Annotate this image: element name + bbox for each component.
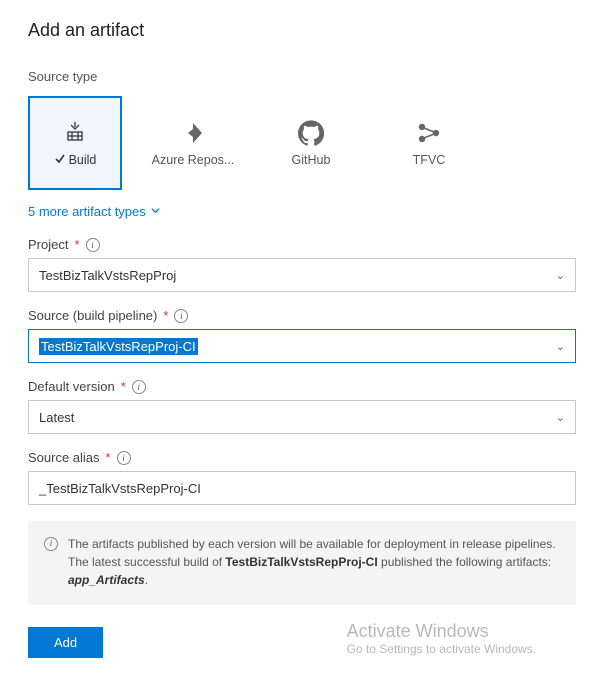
info-icon[interactable]: i — [86, 238, 100, 252]
tile-tfvc-label: TFVC — [413, 153, 446, 167]
info-icon[interactable]: i — [132, 380, 146, 394]
artifacts-info-box: i The artifacts published by each versio… — [28, 521, 576, 605]
info-icon: i — [44, 537, 58, 551]
windows-activation-watermark: Activate Windows Go to Settings to activ… — [347, 621, 536, 656]
add-button[interactable]: Add — [28, 627, 103, 658]
default-version-select-value: Latest — [39, 410, 74, 425]
tile-tfvc[interactable]: TFVC — [382, 96, 476, 190]
required-asterisk: * — [106, 450, 111, 465]
required-asterisk: * — [74, 237, 79, 252]
project-select-value: TestBizTalkVstsRepProj — [39, 268, 176, 283]
build-icon — [61, 119, 89, 147]
required-asterisk: * — [163, 308, 168, 323]
chevron-down-icon: ⌄ — [556, 340, 565, 353]
page-title: Add an artifact — [28, 20, 576, 41]
info-icon[interactable]: i — [117, 451, 131, 465]
tile-azure-repos[interactable]: Azure Repos... — [146, 96, 240, 190]
tile-github-label: GitHub — [292, 153, 331, 167]
default-version-select[interactable]: Latest ⌄ — [28, 400, 576, 434]
artifacts-info-text: The artifacts published by each version … — [68, 535, 560, 589]
source-label: Source (build pipeline) — [28, 308, 157, 323]
github-icon — [297, 119, 325, 147]
source-alias-label: Source alias — [28, 450, 100, 465]
chevron-down-icon: ⌄ — [556, 411, 565, 424]
chevron-down-icon — [150, 204, 161, 219]
source-select-value: TestBizTalkVstsRepProj-CI — [39, 338, 198, 355]
azure-repos-icon — [179, 119, 207, 147]
tile-azure-repos-label: Azure Repos... — [152, 153, 235, 167]
more-artifact-types-link[interactable]: 5 more artifact types — [28, 204, 576, 219]
chevron-down-icon: ⌄ — [556, 269, 565, 282]
source-type-tiles: Build Azure Repos... GitHub TFVC — [28, 96, 576, 190]
source-select[interactable]: TestBizTalkVstsRepProj-CI ⌄ — [28, 329, 576, 363]
tile-build[interactable]: Build — [28, 96, 122, 190]
project-label: Project — [28, 237, 68, 252]
default-version-label: Default version — [28, 379, 115, 394]
source-type-label: Source type — [28, 69, 576, 84]
source-alias-input[interactable]: _TestBizTalkVstsRepProj-CI — [28, 471, 576, 505]
tile-github[interactable]: GitHub — [264, 96, 358, 190]
info-icon[interactable]: i — [174, 309, 188, 323]
project-select[interactable]: TestBizTalkVstsRepProj ⌄ — [28, 258, 576, 292]
required-asterisk: * — [121, 379, 126, 394]
source-alias-value: _TestBizTalkVstsRepProj-CI — [39, 481, 201, 496]
tfvc-icon — [415, 119, 443, 147]
check-icon — [54, 153, 66, 168]
tile-build-label: Build — [69, 153, 97, 167]
